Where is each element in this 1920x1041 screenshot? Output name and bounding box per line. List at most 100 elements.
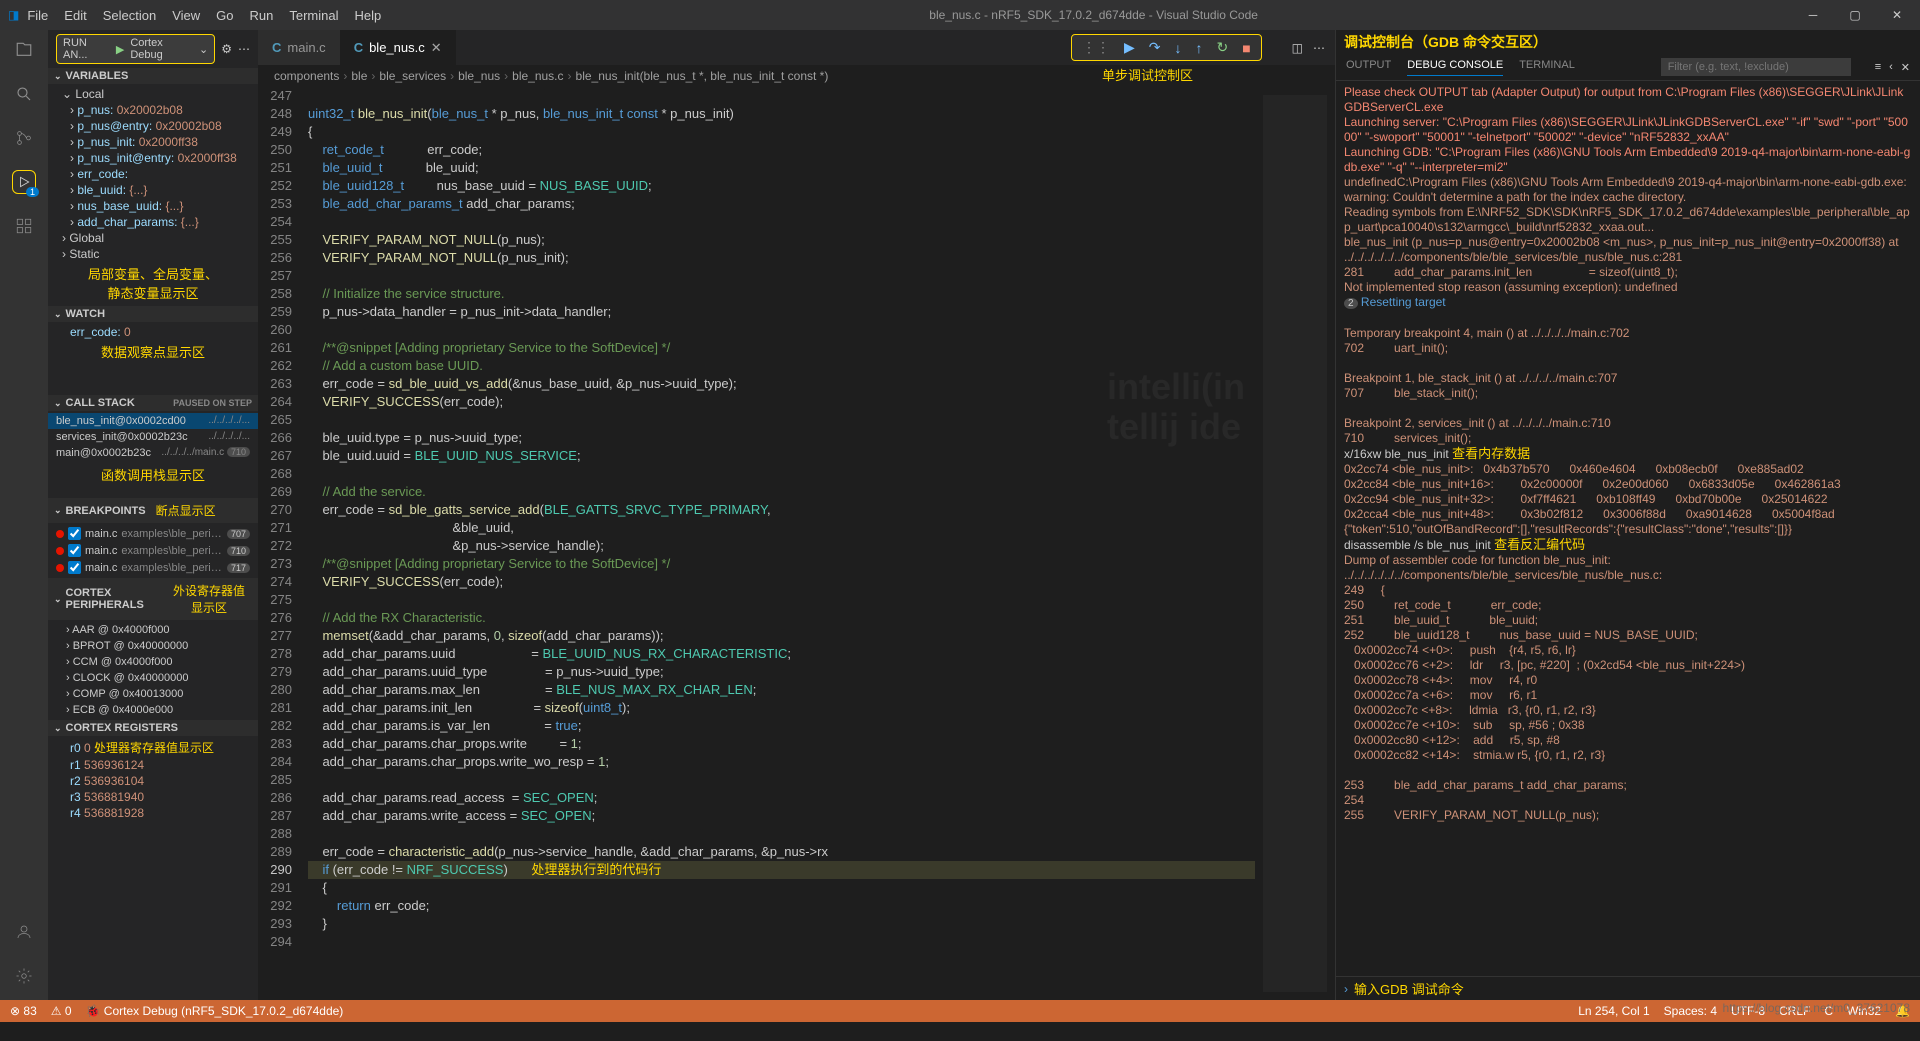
tab-close-icon[interactable]: ✕: [431, 40, 442, 56]
status-errors[interactable]: ⊗ 83: [10, 1004, 37, 1018]
scope-global[interactable]: › Global: [48, 230, 258, 246]
variable-item[interactable]: › p_nus@entry: 0x20002b08: [48, 118, 258, 134]
section-peripherals[interactable]: ⌄CORTEX PERIPHERALS外设寄存器值显示区: [48, 578, 258, 620]
menu-terminal[interactable]: Terminal: [281, 8, 346, 23]
status-warnings[interactable]: ⚠ 0: [51, 1004, 72, 1018]
menu-run[interactable]: Run: [241, 8, 281, 23]
section-watch[interactable]: ⌄WATCH: [48, 306, 258, 322]
breadcrumb-segment[interactable]: components: [274, 69, 339, 83]
register-item[interactable]: r3 536881940: [48, 789, 258, 805]
settings-gear-icon[interactable]: [12, 964, 36, 988]
variable-item[interactable]: › p_nus_init@entry: 0x2000ff38: [48, 150, 258, 166]
menu-go[interactable]: Go: [208, 8, 241, 23]
panel-tab-terminal[interactable]: TERMINAL: [1519, 59, 1575, 75]
split-editor-icon[interactable]: ◫: [1292, 41, 1303, 55]
breakpoint-checkbox[interactable]: [68, 544, 81, 557]
run-config-dropdown[interactable]: RUN AN... ▶ Cortex Debug ⌄: [56, 34, 215, 64]
menu-file[interactable]: File: [19, 8, 56, 23]
breakpoint-item[interactable]: main.c examples\ble_peripheral\... 710: [48, 542, 258, 559]
breadcrumb-segment[interactable]: ble: [351, 69, 367, 83]
callstack-frame[interactable]: ble_nus_init@0x0002cd00../../../../...: [48, 413, 258, 429]
menu-edit[interactable]: Edit: [56, 8, 94, 23]
menu-selection[interactable]: Selection: [95, 8, 164, 23]
status-spaces[interactable]: Spaces: 4: [1664, 1004, 1717, 1018]
section-callstack[interactable]: ⌄CALL STACKPAUSED ON STEP: [48, 395, 258, 411]
breakpoint-item[interactable]: main.c examples\ble_peripheral\... 707: [48, 525, 258, 542]
maximize-icon[interactable]: ▢: [1840, 8, 1870, 22]
minimize-icon[interactable]: ─: [1798, 8, 1828, 22]
variable-item[interactable]: › err_code:: [48, 166, 258, 182]
callstack-frame[interactable]: main@0x0002b23c../../../../main.c 710: [48, 445, 258, 461]
more-icon[interactable]: ⋯: [238, 42, 250, 56]
code-editor[interactable]: uint32_t ble_nus_init(ble_nus_t * p_nus,…: [308, 87, 1255, 1000]
breakpoint-checkbox[interactable]: [68, 561, 81, 574]
minimap[interactable]: [1255, 87, 1335, 1000]
menu-view[interactable]: View: [164, 8, 208, 23]
scope-static[interactable]: › Static: [48, 246, 258, 262]
breakpoint-checkbox[interactable]: [68, 527, 81, 540]
peripheral-item[interactable]: › ECB @ 0x4000e000: [48, 702, 258, 718]
register-item[interactable]: r1 536936124: [48, 757, 258, 773]
play-icon: ▶: [116, 43, 124, 56]
variable-item[interactable]: › nus_base_uuid: {...}: [48, 198, 258, 214]
stop-icon[interactable]: ■: [1242, 40, 1250, 56]
variable-item[interactable]: › p_nus: 0x20002b08: [48, 102, 258, 118]
breadcrumb-segment[interactable]: ble_nus_init(ble_nus_t *, ble_nus_init_t…: [576, 69, 829, 83]
editor-tab[interactable]: C ble_nus.c ✕: [340, 30, 456, 65]
peripheral-item[interactable]: › CLOCK @ 0x40000000: [48, 670, 258, 686]
register-item[interactable]: r4 536881928: [48, 805, 258, 821]
scope-local[interactable]: ⌄ Local: [48, 86, 258, 102]
variable-item[interactable]: › ble_uuid: {...}: [48, 182, 258, 198]
note-step-toolbar: 单步调试控制区: [1100, 63, 1195, 86]
console-output[interactable]: Please check OUTPUT tab (Adapter Output)…: [1336, 81, 1920, 976]
source-control-icon[interactable]: [12, 126, 36, 150]
step-out-icon[interactable]: ↑: [1195, 40, 1202, 56]
breadcrumb-segment[interactable]: ble_nus: [458, 69, 500, 83]
debug-toolbar: ⋮⋮ ▶ ↷ ↓ ↑ ↻ ■: [1071, 34, 1262, 61]
editor-tab[interactable]: C main.c: [258, 30, 340, 65]
close-icon[interactable]: ✕: [1882, 8, 1912, 22]
more-actions-icon[interactable]: ⋯: [1313, 41, 1325, 55]
note-input: 输入GDB 调试命令: [1354, 979, 1464, 998]
section-registers[interactable]: ⌄CORTEX REGISTERS: [48, 720, 258, 736]
drag-handle-icon[interactable]: ⋮⋮: [1082, 39, 1110, 56]
gear-icon[interactable]: ⚙: [221, 42, 232, 56]
register-item[interactable]: r2 536936104: [48, 773, 258, 789]
status-position[interactable]: Ln 254, Col 1: [1578, 1004, 1649, 1018]
breadcrumb-segment[interactable]: ble_nus.c: [512, 69, 563, 83]
panel-collapse-icon[interactable]: ‹: [1889, 61, 1893, 74]
gutter[interactable]: 2472482492502512522532542552562572582592…: [258, 87, 308, 1000]
breadcrumb-segment[interactable]: ble_services: [379, 69, 446, 83]
register-item[interactable]: r0 0 处理器寄存器值显示区: [48, 738, 258, 757]
search-icon[interactable]: [12, 82, 36, 106]
panel-tab-debug-console[interactable]: DEBUG CONSOLE: [1407, 59, 1503, 76]
variable-item[interactable]: › add_char_params: {...}: [48, 214, 258, 230]
account-icon[interactable]: [12, 920, 36, 944]
note-watch: 数据观察点显示区: [48, 340, 258, 363]
restart-icon[interactable]: ↻: [1216, 39, 1228, 56]
panel-tab-output[interactable]: OUTPUT: [1346, 59, 1391, 75]
variable-item[interactable]: › p_nus_init: 0x2000ff38: [48, 134, 258, 150]
extensions-icon[interactable]: [12, 214, 36, 238]
panel-settings-icon[interactable]: ≡: [1875, 61, 1881, 74]
statusbar: ⊗ 83 ⚠ 0 🐞 Cortex Debug (nRF5_SDK_17.0.2…: [0, 1000, 1920, 1022]
callstack-frame[interactable]: services_init@0x0002b23c../../../../...: [48, 429, 258, 445]
peripheral-item[interactable]: › COMP @ 0x40013000: [48, 686, 258, 702]
breakpoint-item[interactable]: main.c examples\ble_peripheral\... 717: [48, 559, 258, 576]
explorer-icon[interactable]: [12, 38, 36, 62]
peripheral-item[interactable]: › AAR @ 0x4000f000: [48, 622, 258, 638]
status-debug-target[interactable]: 🐞 Cortex Debug (nRF5_SDK_17.0.2_d674dde): [86, 1004, 344, 1018]
peripheral-item[interactable]: › BPROT @ 0x40000000: [48, 638, 258, 654]
peripheral-item[interactable]: › CCM @ 0x4000f000: [48, 654, 258, 670]
step-into-icon[interactable]: ↓: [1174, 40, 1181, 56]
menu-help[interactable]: Help: [346, 8, 389, 23]
continue-icon[interactable]: ▶: [1124, 39, 1135, 56]
step-over-icon[interactable]: ↷: [1149, 39, 1161, 56]
section-variables[interactable]: ⌄VARIABLES: [48, 68, 258, 84]
run-config-selected: Cortex Debug: [130, 37, 193, 61]
filter-input[interactable]: [1661, 58, 1851, 76]
watch-item[interactable]: err_code: 0: [48, 324, 258, 340]
panel-close-icon[interactable]: ✕: [1901, 61, 1910, 74]
section-breakpoints[interactable]: ⌄BREAKPOINTS断点显示区: [48, 498, 258, 523]
run-debug-icon[interactable]: 1: [12, 170, 36, 194]
